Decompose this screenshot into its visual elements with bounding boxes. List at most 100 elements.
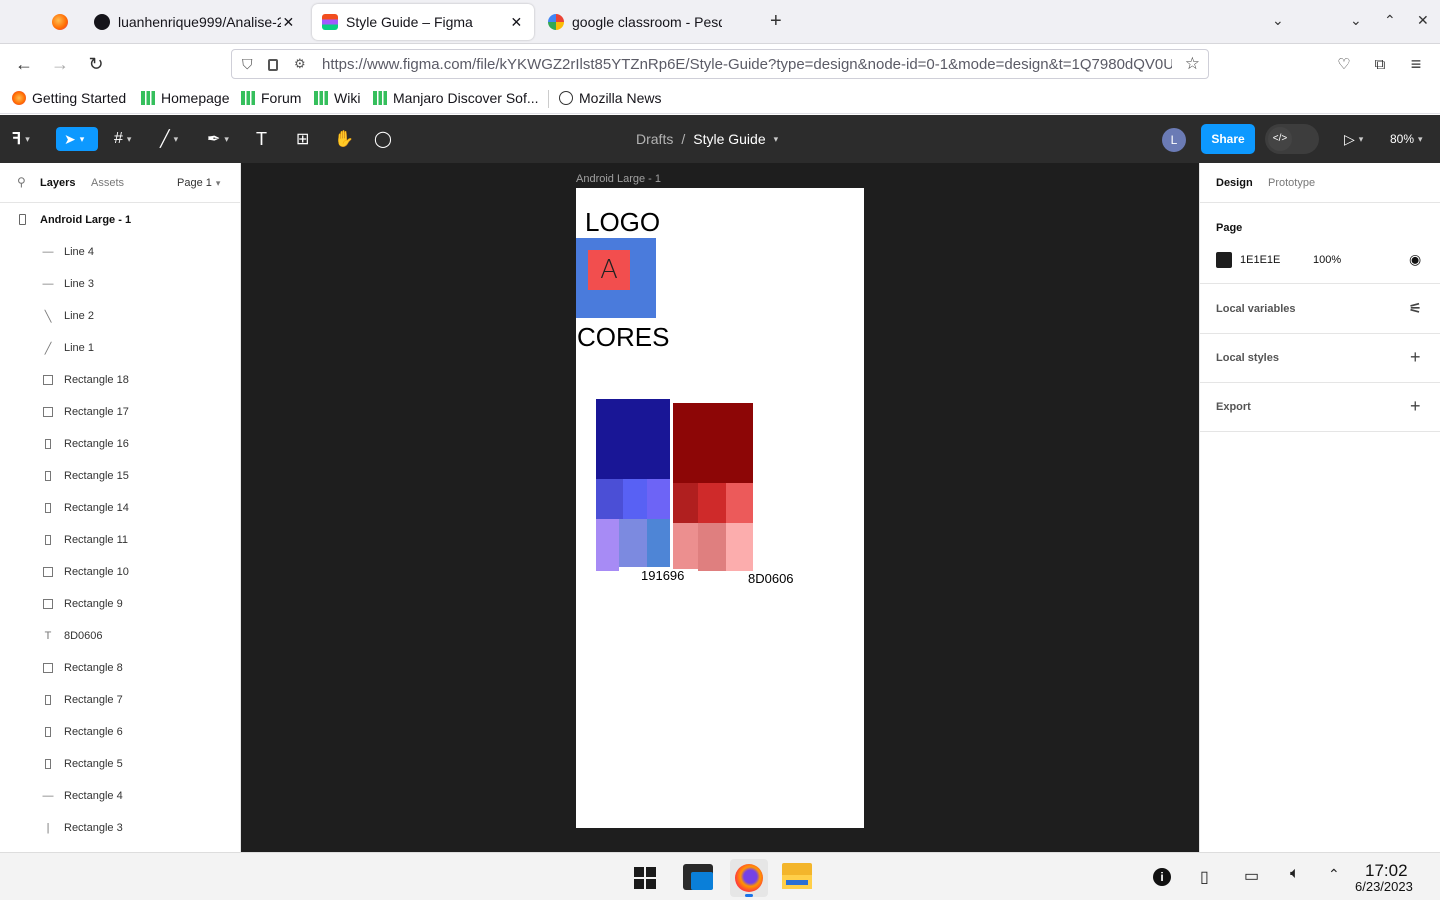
- shape-tool-button[interactable]: ╱ ▾: [160, 127, 178, 151]
- permissions-icon[interactable]: ⚙: [294, 56, 306, 72]
- swatch-blue-main[interactable]: [596, 399, 670, 479]
- bookmark-homepage[interactable]: Homepage: [141, 90, 230, 106]
- move-tool-button[interactable]: ➤ ▾: [56, 127, 98, 151]
- present-button[interactable]: ▷ ▾: [1344, 127, 1363, 151]
- list-tabs-icon[interactable]: ⌄: [1272, 12, 1284, 29]
- bookmark-manjaro-discover[interactable]: Manjaro Discover Sof...: [373, 90, 539, 106]
- lock-icon[interactable]: [268, 59, 278, 71]
- reload-button[interactable]: ↻: [84, 52, 108, 76]
- shield-icon[interactable]: ⛉: [242, 56, 253, 73]
- layer-row[interactable]: ╱ Line 1: [0, 332, 240, 364]
- swatch-blue-4[interactable]: [596, 519, 619, 571]
- tab-github[interactable]: luanhenrique999/Analise-2 ✕: [84, 4, 306, 40]
- tab-figma[interactable]: Style Guide – Figma ✕: [312, 4, 534, 40]
- close-window-button[interactable]: ✕: [1417, 12, 1429, 29]
- clock-date[interactable]: 6/23/2023: [1355, 879, 1413, 894]
- info-icon[interactable]: i: [1153, 868, 1171, 886]
- swatch-label-blue[interactable]: 191696: [641, 568, 684, 583]
- logo-heading[interactable]: LOGO: [585, 207, 660, 238]
- swatch-red-2[interactable]: [698, 483, 726, 523]
- layer-row[interactable]: Rectangle 14: [0, 492, 240, 524]
- layer-row[interactable]: Rectangle 7: [0, 684, 240, 716]
- firefox-taskbar-icon[interactable]: [730, 859, 768, 897]
- url-text[interactable]: https://www.figma.com/file/kYKWGZ2rIlst8…: [322, 56, 1172, 73]
- android-frame[interactable]: LOGO A CORES 191696 8D0606: [576, 188, 864, 828]
- menu-icon[interactable]: ≡: [1404, 52, 1428, 76]
- design-canvas[interactable]: Android Large - 1 LOGO A CORES 191696 8D…: [241, 163, 1199, 852]
- logo-box[interactable]: A: [576, 238, 656, 318]
- dev-mode-toggle[interactable]: </>: [1265, 124, 1319, 154]
- layer-row[interactable]: Rectangle 16: [0, 428, 240, 460]
- tab-google[interactable]: google classroom - Pesqui: [538, 4, 760, 40]
- swatch-red-6[interactable]: [726, 523, 753, 571]
- layer-row[interactable]: Rectangle 8: [0, 652, 240, 684]
- volume-icon[interactable]: 🔈︎: [1290, 865, 1300, 883]
- share-button[interactable]: Share: [1201, 124, 1255, 154]
- sliders-icon[interactable]: ⚟: [1409, 300, 1422, 317]
- layer-row[interactable]: Rectangle 6: [0, 716, 240, 748]
- local-styles-section[interactable]: Local styles +: [1200, 334, 1440, 383]
- page-selector[interactable]: Page 1 ▾: [177, 177, 220, 189]
- layer-row[interactable]: Rectangle 18: [0, 364, 240, 396]
- pen-tool-button[interactable]: ✒ ▾: [207, 127, 229, 151]
- frame-tool-button[interactable]: # ▾: [114, 127, 131, 151]
- hand-tool-button[interactable]: ✋: [334, 127, 354, 151]
- swatch-red-1[interactable]: [673, 483, 698, 523]
- tab-prototype[interactable]: Prototype: [1268, 177, 1315, 189]
- close-icon[interactable]: ✕: [509, 14, 524, 31]
- swatch-red-3[interactable]: [726, 483, 753, 523]
- swatch-blue-2[interactable]: [623, 479, 647, 519]
- bookmark-star-icon[interactable]: ☆: [1185, 54, 1200, 74]
- swatch-red-4[interactable]: [673, 523, 698, 569]
- layer-row[interactable]: Rectangle 5: [0, 748, 240, 780]
- extensions-icon[interactable]: ⧉: [1368, 52, 1392, 76]
- local-variables-section[interactable]: Local variables ⚟: [1200, 285, 1440, 334]
- search-icon[interactable]: ⚲: [17, 175, 26, 189]
- network-icon[interactable]: ▭: [1244, 866, 1259, 886]
- maximize-button[interactable]: ⌃: [1384, 12, 1396, 29]
- layer-row[interactable]: Rectangle 11: [0, 524, 240, 556]
- avatar[interactable]: L: [1162, 128, 1186, 152]
- bookmark-wiki[interactable]: Wiki: [314, 90, 360, 106]
- desktop-icon[interactable]: [683, 864, 713, 890]
- swatch-blue-6[interactable]: [647, 519, 670, 567]
- resources-button[interactable]: ⊞: [296, 127, 309, 151]
- swatch-red-5[interactable]: [698, 523, 726, 571]
- swatch-blue-3[interactable]: [647, 479, 670, 519]
- comment-tool-button[interactable]: ◯: [374, 127, 392, 151]
- layer-row[interactable]: T 8D0606: [0, 620, 240, 652]
- eye-icon[interactable]: ◉: [1409, 251, 1421, 268]
- cores-heading[interactable]: CORES: [577, 322, 669, 353]
- zoom-menu[interactable]: 80% ▾: [1390, 127, 1423, 151]
- page-color-swatch[interactable]: [1216, 252, 1232, 268]
- swatch-red-main[interactable]: [673, 403, 753, 483]
- clock-time[interactable]: 17:02: [1365, 861, 1408, 881]
- frame-label[interactable]: Android Large - 1: [576, 173, 661, 185]
- layer-row[interactable]: — Line 4: [0, 236, 240, 268]
- chevron-down-icon[interactable]: ▾: [774, 134, 779, 145]
- forward-button[interactable]: →: [48, 52, 72, 76]
- tab-design[interactable]: Design: [1216, 177, 1253, 189]
- new-tab-button[interactable]: +: [770, 10, 782, 33]
- firefox-view-icon[interactable]: [52, 14, 68, 30]
- layer-row[interactable]: Rectangle 9: [0, 588, 240, 620]
- layer-row[interactable]: ╲ Line 2: [0, 300, 240, 332]
- pocket-icon[interactable]: ♡: [1332, 52, 1356, 76]
- tab-layers[interactable]: Layers: [40, 177, 75, 189]
- text-tool-button[interactable]: T: [256, 127, 267, 151]
- bookmark-getting-started[interactable]: Getting Started: [12, 90, 126, 106]
- swatch-blue-5[interactable]: [619, 519, 647, 567]
- swatch-label-red[interactable]: 8D0606: [748, 571, 794, 586]
- page-opacity[interactable]: 100%: [1313, 254, 1341, 266]
- main-menu-button[interactable]: ꟻ ▾: [12, 127, 30, 151]
- page-color-hex[interactable]: 1E1E1E: [1240, 254, 1280, 266]
- plus-icon[interactable]: +: [1410, 347, 1421, 368]
- close-icon[interactable]: ✕: [281, 14, 296, 31]
- clipboard-icon[interactable]: ▯: [1200, 867, 1209, 887]
- file-name[interactable]: Style Guide: [693, 131, 765, 147]
- bookmark-mozilla-news[interactable]: Mozilla News: [559, 90, 661, 106]
- swatch-blue-1[interactable]: [596, 479, 623, 519]
- file-manager-icon[interactable]: [782, 863, 812, 889]
- minimize-button[interactable]: ⌄: [1350, 12, 1362, 29]
- plus-icon[interactable]: +: [1410, 396, 1421, 417]
